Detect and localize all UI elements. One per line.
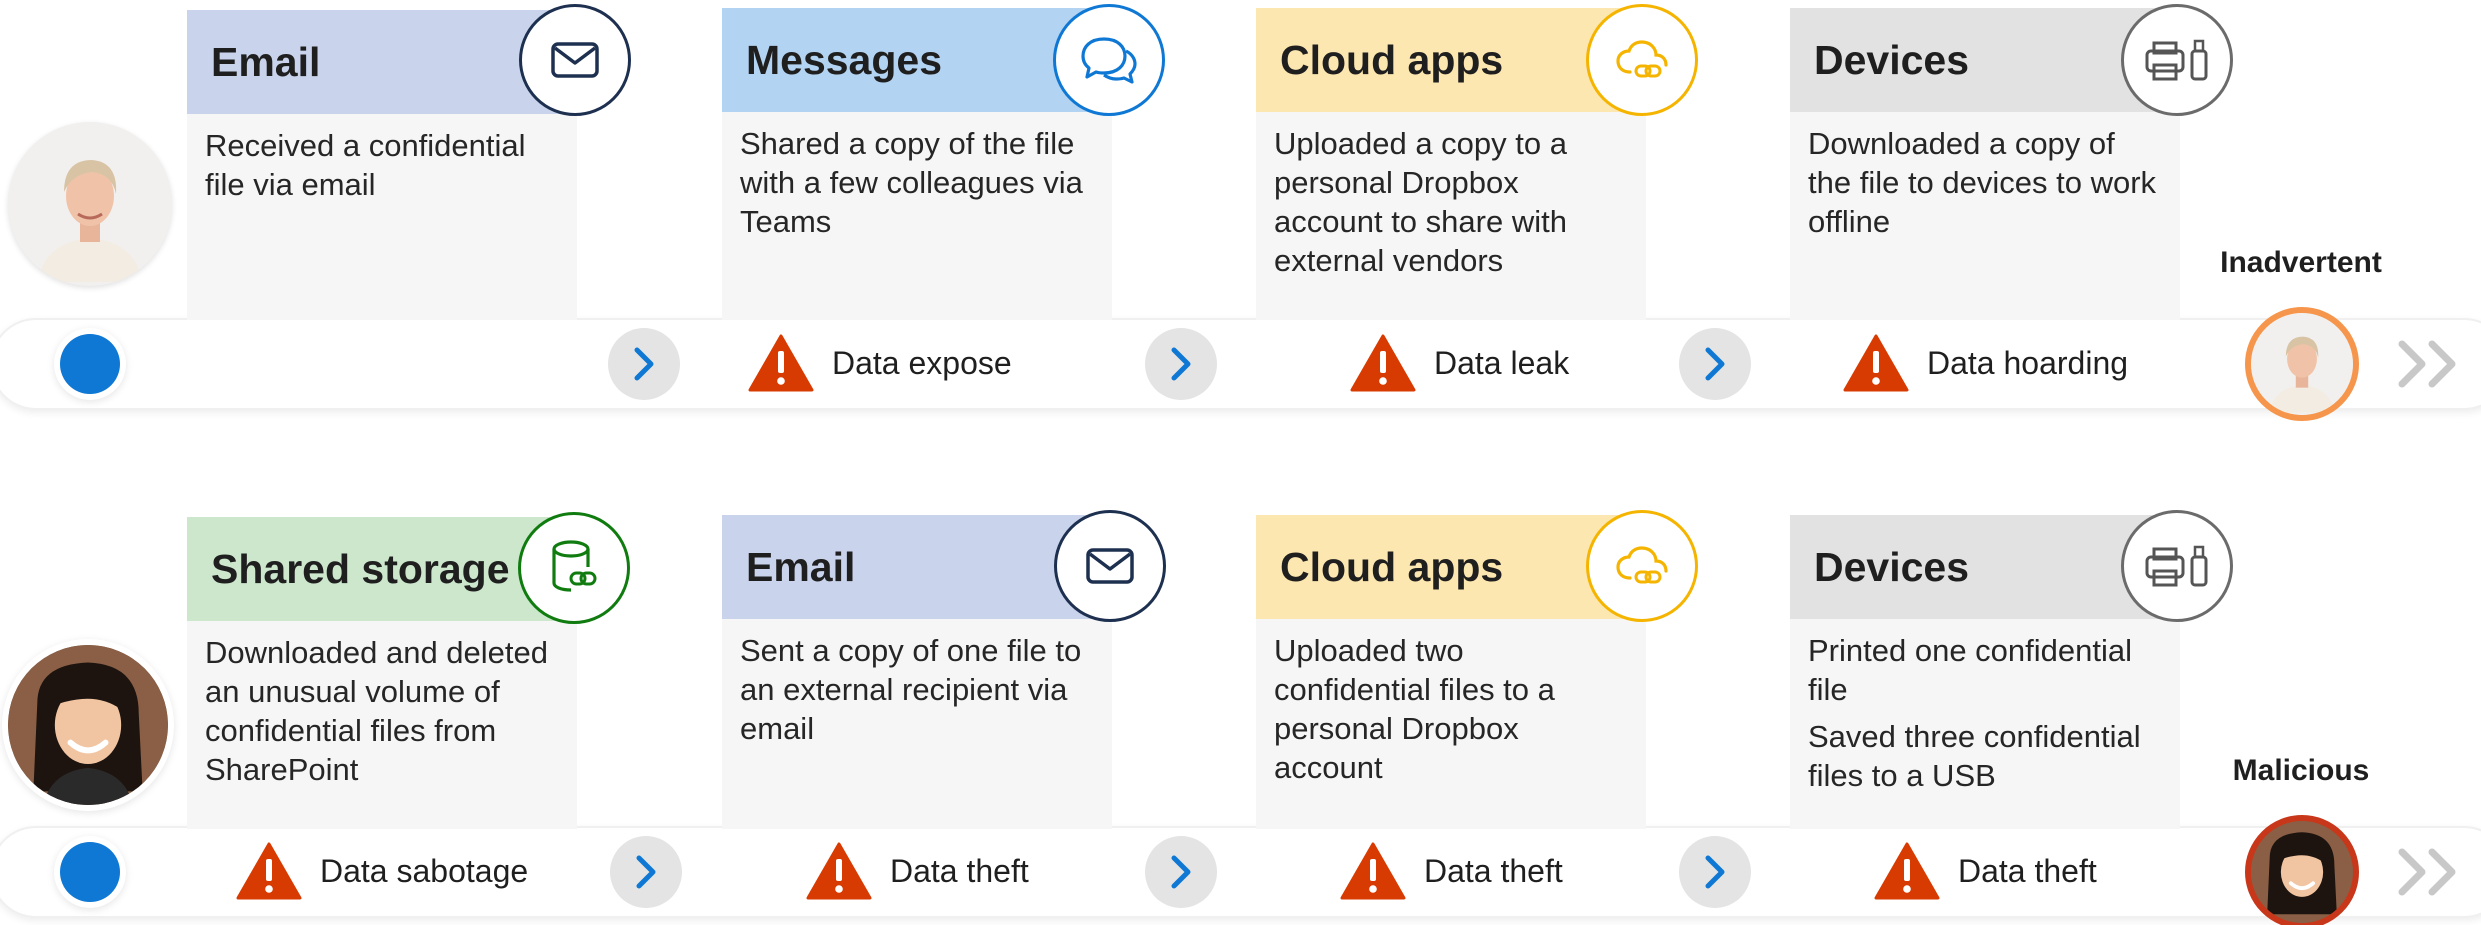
step-next-button[interactable] (610, 836, 682, 908)
double-chevron-right-icon (2398, 340, 2456, 388)
step-description: Uploaded a copy to a personal Dropbox ac… (1274, 126, 1567, 278)
step-title: Cloud apps (1280, 36, 1504, 83)
printer-usb-icon (2121, 510, 2233, 622)
persona-avatar-small-inadvertent (2245, 307, 2359, 421)
persona-avatar-small-malicious (2245, 815, 2359, 925)
persona-avatar-malicious (8, 645, 168, 805)
warning-icon (1350, 334, 1416, 392)
step-next-button[interactable] (608, 328, 680, 400)
step-card-body: Shared a copy of the file with a few col… (722, 112, 1112, 320)
step-next-button[interactable] (1145, 836, 1217, 908)
risk-label: Data theft (890, 852, 1029, 889)
risk-label: Data sabotage (320, 852, 529, 889)
step-description: Uploaded two confidential files to a per… (1274, 633, 1555, 785)
risk-label: Data hoarding (1927, 344, 2129, 381)
warning-icon (1874, 842, 1940, 900)
timeline-start-dot (60, 842, 120, 902)
step-next-button[interactable] (1145, 328, 1217, 400)
chevron-right-icon (636, 855, 656, 889)
double-chevron-right-icon (2398, 848, 2456, 896)
persona-label-inadvertent: Inadvertent (2220, 246, 2382, 279)
warning-icon (236, 842, 302, 900)
warning-icon (806, 842, 872, 900)
risk-indicator: Data sabotage (236, 842, 528, 900)
step-title: Email (746, 543, 856, 590)
timeline-start-dot (60, 334, 120, 394)
envelope-icon (1054, 510, 1166, 622)
step-card-body: Uploaded a copy to a personal Dropbox ac… (1256, 112, 1646, 320)
step-card-body: Downloaded a copy of the file to devices… (1790, 112, 2180, 320)
cloud-link-icon (1586, 4, 1698, 116)
step-card-body: Downloaded and deleted an unusual volume… (187, 621, 577, 829)
step-next-button[interactable] (1679, 836, 1751, 908)
step-card-body: Received a confidential file via email (187, 114, 577, 320)
chevron-right-icon (1171, 855, 1191, 889)
risk-label: Data expose (832, 344, 1012, 381)
risk-indicator: Data theft (1874, 842, 2097, 900)
risk-indicator: Data leak (1350, 334, 1569, 392)
step-card-body: Sent a copy of one file to an external r… (722, 619, 1112, 829)
step-title: Messages (746, 36, 943, 83)
warning-icon (748, 334, 814, 392)
risk-indicator: Data theft (806, 842, 1029, 900)
cloud-link-icon (1586, 510, 1698, 622)
step-description: Saved three confidential files to a USB (1808, 719, 2141, 793)
persona-avatar-inadvertent (8, 122, 172, 286)
step-description: Downloaded and deleted an unusual volume… (205, 635, 548, 787)
step-title: Cloud apps (1280, 543, 1504, 590)
step-title: Email (211, 38, 321, 85)
step-title: Devices (1814, 36, 1970, 83)
risk-indicator: Data expose (748, 334, 1012, 392)
step-description: Shared a copy of the file with a few col… (740, 126, 1083, 239)
risk-label: Data leak (1434, 344, 1570, 381)
risk-indicator: Data hoarding (1843, 334, 2128, 392)
step-title: Devices (1814, 543, 1970, 590)
risk-label: Data theft (1424, 852, 1563, 889)
step-description: Printed one confidential file (1808, 633, 2133, 707)
step-description: Received a confidential file via email (205, 128, 526, 202)
chevron-right-icon (1171, 347, 1191, 381)
step-description: Sent a copy of one file to an external r… (740, 633, 1082, 746)
persona-label-malicious: Malicious (2232, 754, 2370, 787)
chevron-right-icon (634, 347, 654, 381)
risk-indicator: Data theft (1340, 842, 1563, 900)
step-next-button[interactable] (1679, 328, 1751, 400)
chat-bubbles-icon (1053, 4, 1165, 116)
envelope-icon (519, 4, 631, 116)
printer-usb-icon (2121, 4, 2233, 116)
step-card-body: Uploaded two confidential files to a per… (1256, 619, 1646, 829)
step-card-body: Printed one confidential file Saved thre… (1790, 619, 2180, 829)
chevron-right-icon (1705, 855, 1725, 889)
warning-icon (1843, 334, 1909, 392)
step-title: Shared storage (211, 545, 510, 592)
chevron-right-icon (1705, 347, 1725, 381)
warning-icon (1340, 842, 1406, 900)
database-link-icon (518, 512, 630, 624)
risk-label: Data theft (1958, 852, 2097, 889)
step-description: Downloaded a copy of the file to devices… (1808, 126, 2157, 239)
